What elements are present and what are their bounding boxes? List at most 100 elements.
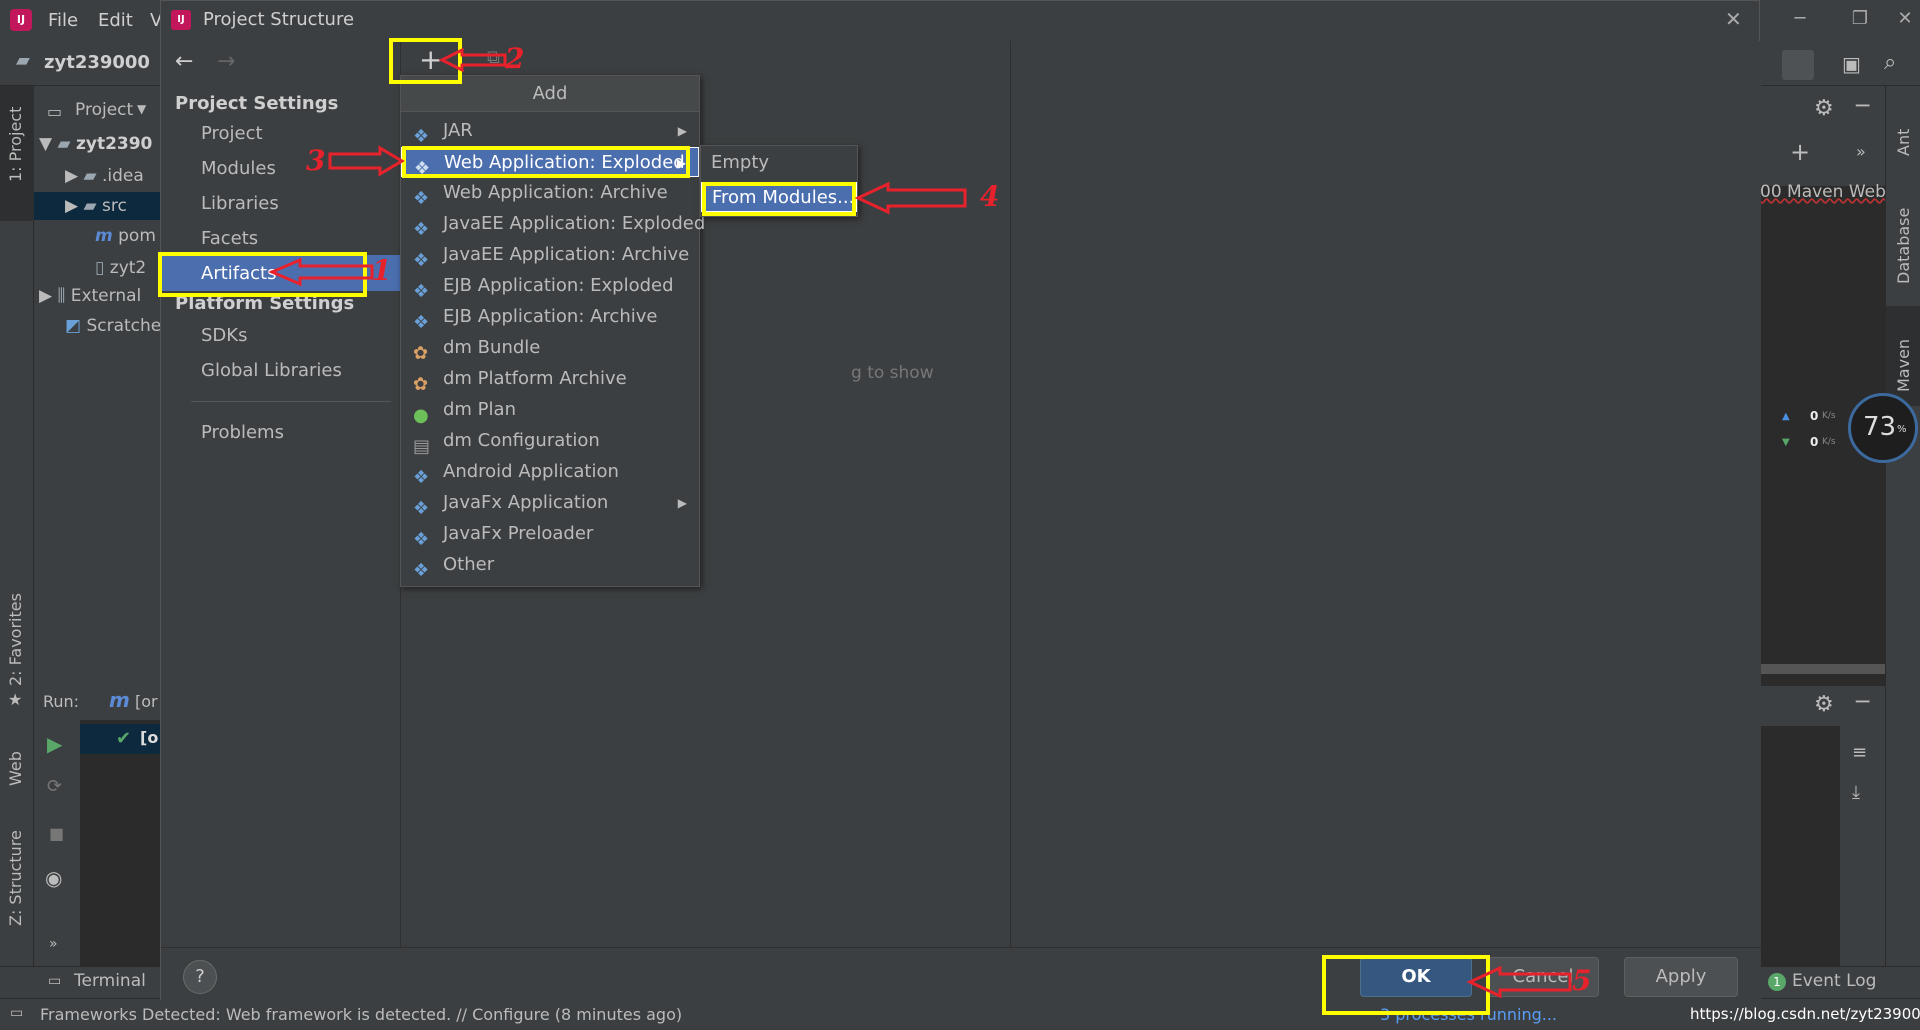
sidebar-item-global-libraries[interactable]: Global Libraries xyxy=(201,360,342,381)
artifact-icon: ❖ xyxy=(413,498,430,519)
tree-row-src[interactable]: ▶ ▰ src xyxy=(65,196,127,216)
artifact-icon: ❖ xyxy=(413,529,430,550)
wrap-icon[interactable]: ≡ xyxy=(1852,742,1867,763)
download-arrow-icon: ▼ xyxy=(1782,437,1790,448)
menu-item-dm-configuration[interactable]: ▤ dm Configuration xyxy=(401,426,699,457)
menu-file[interactable]: File xyxy=(48,10,78,31)
hide-icon[interactable]: ─ xyxy=(1856,690,1869,715)
close-window-icon[interactable]: ✕ xyxy=(1890,8,1920,29)
tree-row-external[interactable]: ▶ ⫼ External xyxy=(39,286,141,306)
tree-row-iml[interactable]: ▯ zyt2 xyxy=(95,258,146,278)
menu-item-dm-plan[interactable]: ● dm Plan xyxy=(401,395,699,426)
right-tool-stripe: Ant Database Maven xyxy=(1885,86,1920,966)
copy-icon[interactable]: ⧉ xyxy=(487,47,500,68)
tab-terminal[interactable]: Terminal xyxy=(74,971,146,991)
maven-project-item[interactable]: 00 Maven Weba xyxy=(1760,182,1896,202)
forward-arrow-icon[interactable]: → xyxy=(217,49,235,74)
help-button[interactable]: ? xyxy=(183,960,217,994)
more-icon[interactable]: » xyxy=(1856,142,1866,161)
menu-item-other[interactable]: ❖ Other xyxy=(401,550,699,581)
sidebar-item-facets[interactable]: Facets xyxy=(201,228,258,249)
submenu-item-empty[interactable]: Empty xyxy=(701,148,857,178)
gear-icon[interactable]: ⚙ xyxy=(1814,692,1834,717)
dialog-title: Project Structure xyxy=(203,9,355,30)
tab-ant[interactable]: Ant xyxy=(1894,129,1913,156)
scrollbar[interactable] xyxy=(1760,664,1885,674)
tree-row-idea[interactable]: ▶ ▰ .idea xyxy=(65,166,144,186)
search-icon[interactable]: ⌕ xyxy=(1884,50,1896,75)
run-window-icon[interactable]: ▣ xyxy=(1842,52,1861,76)
menu-item-jar[interactable]: ❖ JAR ▶ xyxy=(401,116,699,147)
menu-item-web-app-archive[interactable]: ❖ Web Application: Archive xyxy=(401,178,699,209)
window-controls: ─ ❐ ✕ xyxy=(1770,8,1920,29)
sidebar-item-sdks[interactable]: SDKs xyxy=(201,325,247,346)
menu-item-javaee-exploded[interactable]: ❖ JavaEE Application: Exploded xyxy=(401,209,705,240)
menu-item-javaee-archive[interactable]: ❖ JavaEE Application: Archive xyxy=(401,240,699,271)
collapse-icon: ▶ xyxy=(65,196,79,216)
artifact-icon: ❖ xyxy=(413,126,430,147)
run-config-tab[interactable]: [or xyxy=(135,692,158,711)
menu-item-ejb-archive[interactable]: ❖ EJB Application: Archive xyxy=(401,302,699,333)
run-side-toolbar: ≡ ⤓ xyxy=(1840,726,1885,966)
tab-event-log[interactable]: Event Log xyxy=(1792,971,1876,991)
tab-favorites[interactable]: 2: Favorites xyxy=(6,593,25,686)
restart-icon[interactable]: ⟳ xyxy=(47,776,62,797)
upload-unit: K/s xyxy=(1822,411,1836,421)
upload-arrow-icon: ▲ xyxy=(1782,411,1790,422)
tree-row-scratches[interactable]: ◩ Scratche xyxy=(65,316,161,336)
artifact-details-panel xyxy=(1011,41,1761,947)
sidebar-item-libraries[interactable]: Libraries xyxy=(201,193,279,214)
run-right-toolbar: ⚙ ─ xyxy=(1760,686,1885,726)
run-label: Run: xyxy=(43,692,80,711)
more-icon[interactable]: » xyxy=(49,936,58,952)
menu-item-javafx-application[interactable]: ❖ JavaFx Application ▶ xyxy=(401,488,699,519)
collapse-icon: ▶ xyxy=(65,166,79,186)
menu-item-android-application[interactable]: ❖ Android Application xyxy=(401,457,699,488)
tab-maven[interactable]: Maven xyxy=(1894,339,1913,392)
tab-project[interactable]: 1: Project xyxy=(6,107,25,182)
menu-item-dm-platform-archive[interactable]: ✿ dm Platform Archive xyxy=(401,364,699,395)
sidebar-item-problems[interactable]: Problems xyxy=(201,422,284,443)
close-icon[interactable]: ✕ xyxy=(1725,7,1742,31)
tab-web[interactable]: Web xyxy=(6,751,25,786)
run-entry-selected[interactable]: ✔ [o xyxy=(80,724,160,754)
rerun-icon[interactable]: ▶ xyxy=(47,732,62,756)
apply-button[interactable]: Apply xyxy=(1624,957,1738,997)
folder-icon: ▰ xyxy=(83,166,97,186)
tree-row-pom[interactable]: m pom xyxy=(95,226,156,246)
project-view-dropdown[interactable]: Project xyxy=(75,100,133,120)
annotation-number-5: 5 xyxy=(1572,964,1592,997)
download-unit: K/s xyxy=(1822,437,1836,447)
sidebar-divider xyxy=(191,401,391,402)
back-arrow-icon[interactable]: ← xyxy=(175,49,193,74)
tree-row-root[interactable]: ▼ ▰ zyt2390 xyxy=(39,134,152,154)
run-header: Run: m [or xyxy=(35,680,160,720)
eye-icon[interactable]: ◉ xyxy=(45,866,62,890)
folder-icon: ▰ xyxy=(83,196,97,216)
artifact-icon: ❖ xyxy=(413,467,430,488)
run-tool-window: ▶ ⟳ ■ ◉ » ✔ [o xyxy=(35,720,160,966)
tab-database[interactable]: Database xyxy=(1894,208,1913,284)
scroll-end-icon[interactable]: ⤓ xyxy=(1852,782,1860,803)
navbar-project-name[interactable]: zyt239000 xyxy=(44,52,150,73)
hide-icon[interactable]: ─ xyxy=(1856,94,1869,119)
menu-edit[interactable]: Edit xyxy=(98,10,133,31)
config-file-icon: ▤ xyxy=(413,436,431,457)
minimize-icon[interactable]: ─ xyxy=(1770,8,1830,29)
status-message[interactable]: Frameworks Detected: Web framework is de… xyxy=(40,1005,682,1024)
run-entry-label: [o xyxy=(140,728,159,747)
menu-item-dm-bundle[interactable]: ✿ dm Bundle xyxy=(401,333,699,364)
ejb-artifact-icon: ❖ xyxy=(413,312,430,333)
sidebar-item-project[interactable]: Project xyxy=(201,123,263,144)
restore-icon[interactable]: ❐ xyxy=(1830,8,1890,29)
gear-icon[interactable]: ⚙ xyxy=(1814,96,1834,121)
project-structure-icon[interactable] xyxy=(1782,50,1814,80)
menu-item-javafx-preloader[interactable]: ❖ JavaFx Preloader xyxy=(401,519,699,550)
network-speed-widget: ▲ 0 K/s ▼ 0 K/s 73 % xyxy=(1770,393,1918,465)
stop-icon[interactable]: ■ xyxy=(49,824,64,843)
tab-structure[interactable]: Z: Structure xyxy=(6,830,25,926)
status-window-icon: ▭ xyxy=(10,1005,24,1021)
menu-item-ejb-exploded[interactable]: ❖ EJB Application: Exploded xyxy=(401,271,699,302)
sidebar-item-modules[interactable]: Modules xyxy=(201,158,276,179)
add-icon[interactable]: + xyxy=(1790,138,1810,166)
